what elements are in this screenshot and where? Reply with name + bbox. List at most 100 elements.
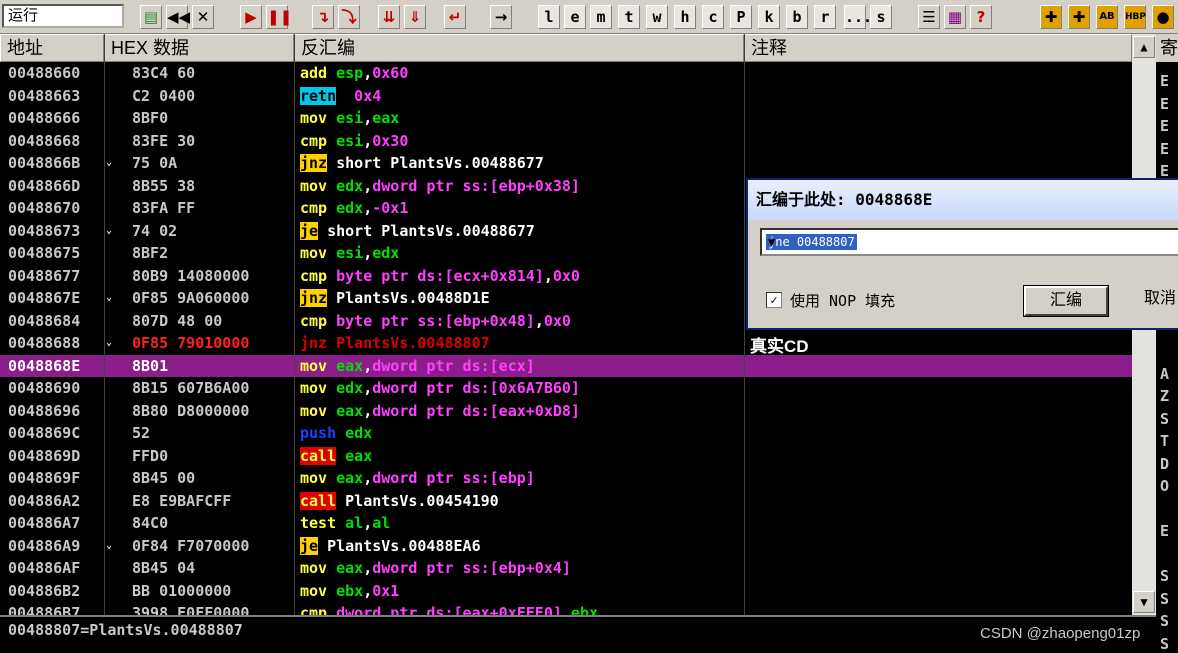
chevron-down-icon[interactable]: ▼ (766, 234, 1172, 250)
toolbar-letter-button[interactable]: P (730, 5, 752, 29)
hbp-icon[interactable]: HBP (1124, 5, 1146, 29)
assemble-button[interactable]: 汇编 (1023, 285, 1109, 317)
toolbar-letter-button[interactable]: c (702, 5, 724, 29)
operand: PlantsVs.00488EA6 (327, 536, 481, 555)
column-separator (104, 34, 105, 615)
opcode: add (300, 64, 328, 82)
register-label: T (1160, 432, 1170, 450)
close-icon[interactable]: ✕ (192, 5, 214, 29)
operand: eax (336, 401, 364, 420)
toolbar-letter-button[interactable]: l (538, 5, 560, 29)
assemble-input[interactable]: jne 00488807 ▼ (760, 228, 1178, 256)
toolbar-letter-button[interactable]: e (564, 5, 586, 29)
disasm-row[interactable]: 004886A2 E8 E9BAFCFF call PlantsVs.0045419… (0, 490, 1132, 512)
disasm-row[interactable]: 0048869F 8B45 00 mov eax,dword ptr ss:[ebp… (0, 467, 1132, 489)
toolbar-letter-button[interactable]: m (590, 5, 612, 29)
operand: 0x0 (543, 311, 571, 330)
scroll-down-icon[interactable]: ▼ (1133, 591, 1155, 613)
row-disasm: cmp byte ptr ss:[ebp+0x48],0x0 (300, 310, 571, 332)
disasm-row[interactable]: 004886B7 3998 E0FF0000 cmp dword ptr ds:[e… (0, 602, 1132, 615)
operand: dword ptr ds:[eax+0xD8] (372, 401, 580, 420)
operand: ebx (336, 581, 364, 600)
toolbar-letter-button[interactable]: t (618, 5, 640, 29)
plugin-icon-1[interactable]: ✚ (1040, 5, 1062, 29)
row-address: 0048866D (8, 176, 81, 195)
plugin-icon-2[interactable]: ✚ (1068, 5, 1090, 29)
goto-icon[interactable]: → (490, 5, 512, 29)
open-icon[interactable]: ▤ (140, 5, 162, 29)
row-disasm: push edx (300, 422, 372, 444)
operand: , (363, 199, 373, 217)
trace-into-icon[interactable]: ⇊ (378, 5, 400, 29)
register-label: S (1160, 567, 1170, 585)
col-hex[interactable]: HEX 数据 (104, 34, 294, 62)
toolbar-letter-button[interactable]: k (758, 5, 780, 29)
row-address: 00488663 (8, 86, 81, 105)
toolbar-letter-button[interactable]: b (786, 5, 808, 29)
row-disasm: retn 0x4 (300, 85, 381, 107)
disasm-row[interactable]: 004886A7 84C0 test al,al (0, 512, 1132, 534)
disasm-row[interactable]: 0048868E 8B01 mov eax,dword ptr ds:[ecx] (0, 354, 1132, 377)
disasm-row[interactable]: 00488668 83FE 30 cmp esi,0x30 (0, 130, 1132, 152)
col-address[interactable]: 地址 (0, 34, 104, 62)
trace-over-icon[interactable]: ⇓ (404, 5, 426, 29)
operand: short PlantsVs.00488677 (336, 154, 544, 172)
operand: , (363, 469, 373, 487)
toolbar-letter-button[interactable]: r (814, 5, 836, 29)
row-address: 0048866B (8, 154, 81, 172)
settings-icon[interactable]: ● (1152, 5, 1174, 29)
step-over-icon[interactable]: ⤵ (338, 5, 360, 29)
row-address: 004886A9 (8, 536, 81, 555)
execute-till-return-icon[interactable]: ↵ (444, 5, 466, 29)
operand: , (363, 356, 373, 375)
disasm-row[interactable]: 0048866B ⌄ 75 0A jnz short PlantsVs.0048867… (0, 152, 1132, 174)
operand: , (363, 401, 373, 420)
toolbar-letter-button[interactable]: w (646, 5, 668, 29)
row-address: 004886AF (8, 559, 81, 577)
row-hex: 0F84 F7070000 (132, 536, 250, 555)
col-disassembly[interactable]: 反汇编 (294, 34, 744, 62)
operand: , (363, 581, 373, 600)
opcode: mov (300, 356, 328, 375)
disasm-row[interactable]: 00488696 8B80 D8000000 mov eax,dword ptr d… (0, 400, 1132, 422)
step-into-icon[interactable]: ↴ (312, 5, 334, 29)
windows-icon[interactable]: ▦ (944, 5, 966, 29)
disasm-row[interactable]: 00488660 83C4 60 add esp,0x60 (0, 62, 1132, 84)
ascii-icon[interactable]: AB (1096, 5, 1118, 29)
nop-fill-checkbox[interactable]: ✓ (766, 292, 782, 308)
row-disasm: je short PlantsVs.00488677 (300, 220, 535, 242)
disasm-row[interactable]: 0048869C 52 push edx (0, 422, 1132, 444)
help-icon[interactable]: ? (970, 5, 992, 29)
row-address: 0048869D (8, 446, 81, 465)
disasm-row[interactable]: 0048869D FFD0 call eax (0, 445, 1132, 467)
disasm-row[interactable]: 00488666 8BF0 mov esi,eax (0, 107, 1132, 129)
toolbar-letter-button[interactable]: ... (844, 5, 872, 29)
operand: eax (372, 109, 400, 127)
disassembly-rows[interactable]: 00488660 83C4 60 add esp,0x60 00488663 C2 04… (0, 62, 1132, 615)
disasm-row[interactable]: 00488663 C2 0400 retn 0x4 (0, 85, 1132, 107)
opcode: jnz (300, 334, 328, 352)
pause-icon[interactable]: ❚❚ (266, 5, 292, 29)
col-comment[interactable]: 注释 (744, 34, 1132, 62)
disasm-row[interactable]: 004886AF 8B45 04 mov eax,dword ptr ss:[ebp… (0, 557, 1132, 579)
rewind-icon[interactable]: ◀◀ (166, 5, 190, 29)
row-hex: 74 02 (132, 221, 178, 240)
disasm-row[interactable]: 00488690 8B15 607B6A00 mov edx,dword ptr d… (0, 377, 1132, 399)
disasm-row[interactable]: 004886B2 BB 01000000 mov ebx,0x1 (0, 580, 1132, 602)
cancel-button[interactable]: 取消 (1118, 286, 1178, 316)
register-label: S (1160, 409, 1170, 428)
disasm-row[interactable]: 00488688 ⌄ 0F85 79010000 jnz PlantsVs.00488… (0, 332, 1132, 356)
toolbar-letter-button[interactable]: h (674, 5, 696, 29)
opcode: cmp (300, 604, 328, 615)
disasm-row[interactable]: 004886A9 ⌄ 0F84 F7070000 je PlantsVs.00488E… (0, 535, 1132, 557)
opcode: jnz (300, 289, 328, 307)
list-icon[interactable]: ☰ (918, 5, 940, 29)
scroll-up-icon[interactable]: ▲ (1133, 36, 1155, 58)
dialog-title: 汇编于此处: 0048868E (748, 180, 1178, 220)
run-icon[interactable]: ▶ (240, 5, 262, 29)
operand: dword ptr ds:[eax+0xFFE0] (336, 604, 562, 615)
row-address: 00488673 (8, 221, 81, 240)
toolbar-letter-button[interactable]: s (870, 5, 892, 29)
operand: , (561, 604, 571, 615)
row-disasm: je PlantsVs.00488EA6 (300, 535, 481, 557)
